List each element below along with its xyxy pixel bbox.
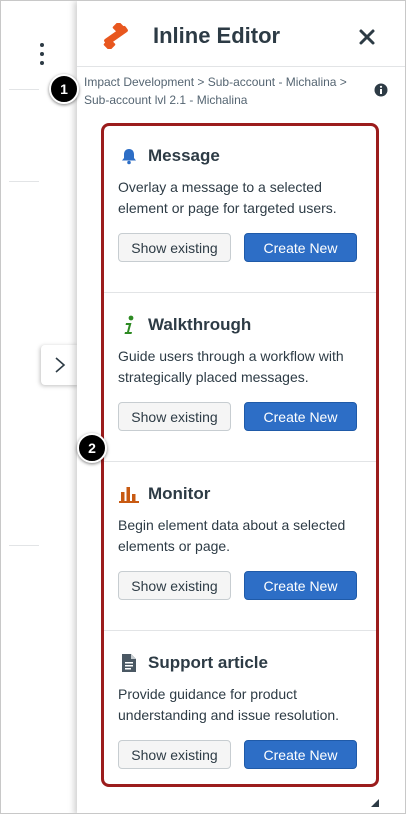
- callout-marker-1: 1: [49, 74, 79, 104]
- callout-marker-2: 2: [77, 433, 107, 463]
- background-page: [1, 1, 79, 813]
- divider: [9, 89, 39, 90]
- divider: [9, 545, 39, 546]
- breadcrumb: Impact Development > Sub-account - Micha…: [84, 75, 347, 107]
- close-icon[interactable]: [357, 27, 377, 47]
- panel-title: Inline Editor: [153, 23, 281, 48]
- resize-handle-icon[interactable]: [371, 799, 379, 807]
- screen-frame: Inline Editor Impact Development > Sub-a…: [0, 0, 406, 814]
- panel-header: Inline Editor: [77, 1, 405, 67]
- divider: [9, 181, 39, 182]
- chevron-right-icon: [55, 357, 66, 373]
- info-icon[interactable]: [374, 83, 388, 97]
- highlight-box: [101, 123, 379, 787]
- logo-icon: [103, 23, 128, 49]
- panel-toggle-button[interactable]: [41, 345, 79, 385]
- kebab-menu-icon[interactable]: [37, 43, 47, 65]
- inline-editor-panel: Inline Editor Impact Development > Sub-a…: [77, 1, 405, 813]
